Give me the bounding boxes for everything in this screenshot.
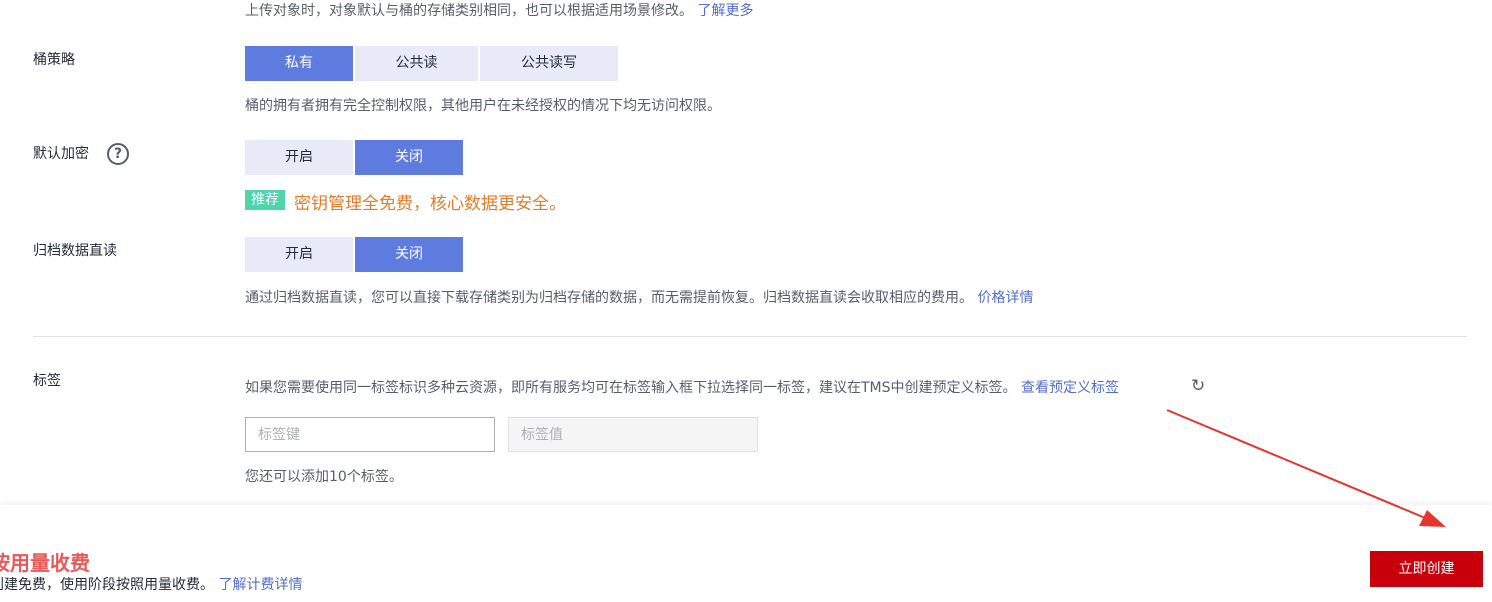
annotation-arrow — [1166, 409, 1446, 527]
